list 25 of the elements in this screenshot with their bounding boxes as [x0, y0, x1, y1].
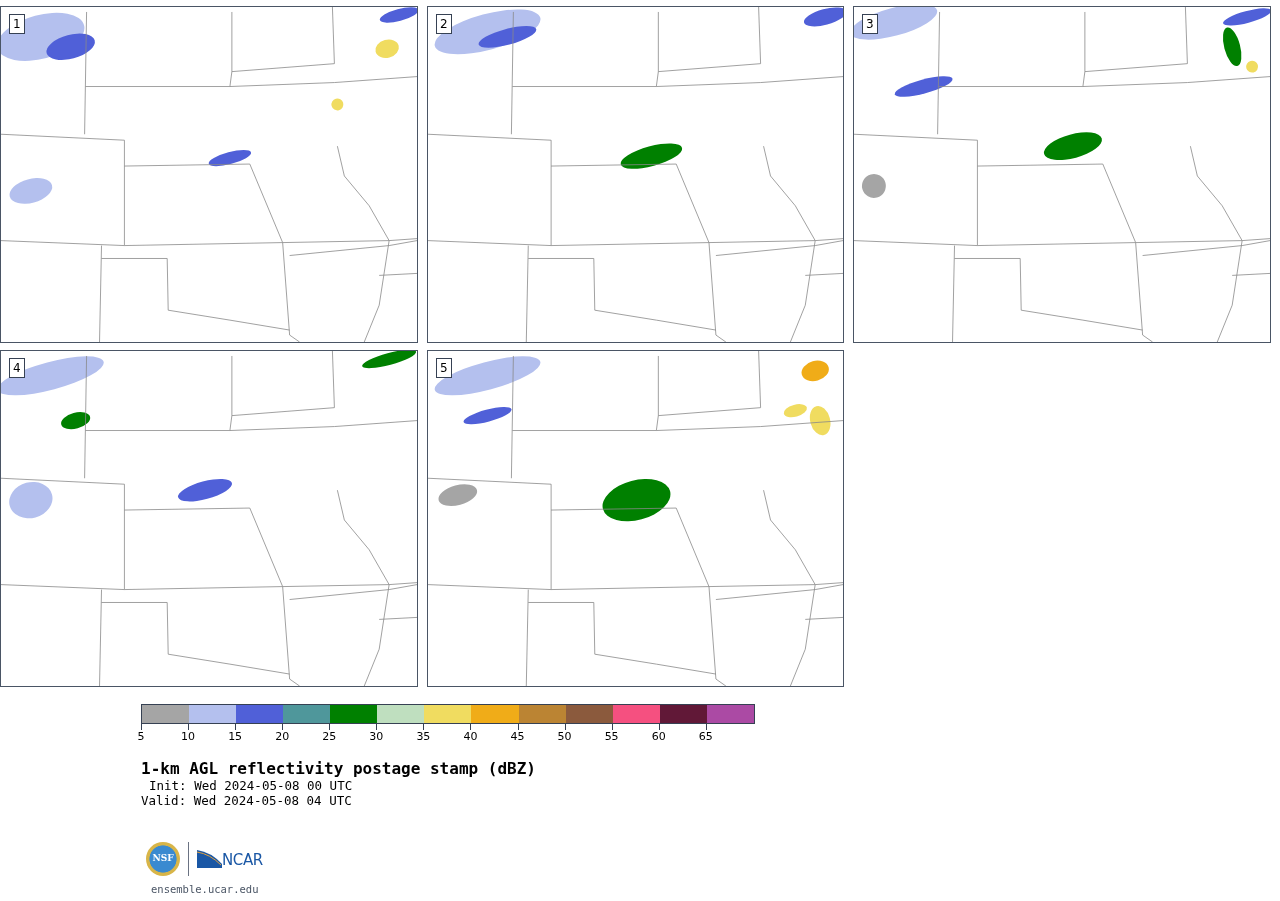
ncar-swoosh-icon: [197, 850, 222, 868]
tick-label: 40: [463, 730, 478, 744]
panel-number: 1: [9, 14, 25, 34]
tick-label: 35: [416, 730, 431, 744]
tick-label: 25: [322, 730, 337, 744]
panel-number: 3: [862, 14, 878, 34]
tick-label: 45: [510, 730, 525, 744]
tick-label: 15: [228, 730, 243, 744]
tick-label: 55: [604, 730, 619, 744]
valid-time: Valid: Wed 2024-05-08 04 UTC: [141, 793, 353, 808]
chart-title: 1-km AGL reflectivity postage stamp (dBZ): [141, 760, 537, 778]
tick-label: 5: [137, 730, 145, 744]
tick-label: 65: [698, 730, 713, 744]
panel-number: 2: [436, 14, 452, 34]
tick-label: 60: [651, 730, 666, 744]
panel-number: 4: [9, 358, 25, 378]
tick-label: 30: [369, 730, 384, 744]
website-link[interactable]: ensemble.ucar.edu: [151, 882, 259, 898]
init-time: Init: Wed 2024-05-08 00 UTC: [148, 778, 354, 793]
tick-label: 10: [181, 730, 196, 744]
ncar-logo: NCAR: [197, 850, 263, 868]
tick-label: 20: [275, 730, 290, 744]
panel-number: 5: [436, 358, 452, 378]
tick-label: 50: [557, 730, 572, 744]
nsf-logo: NSF: [146, 842, 180, 876]
